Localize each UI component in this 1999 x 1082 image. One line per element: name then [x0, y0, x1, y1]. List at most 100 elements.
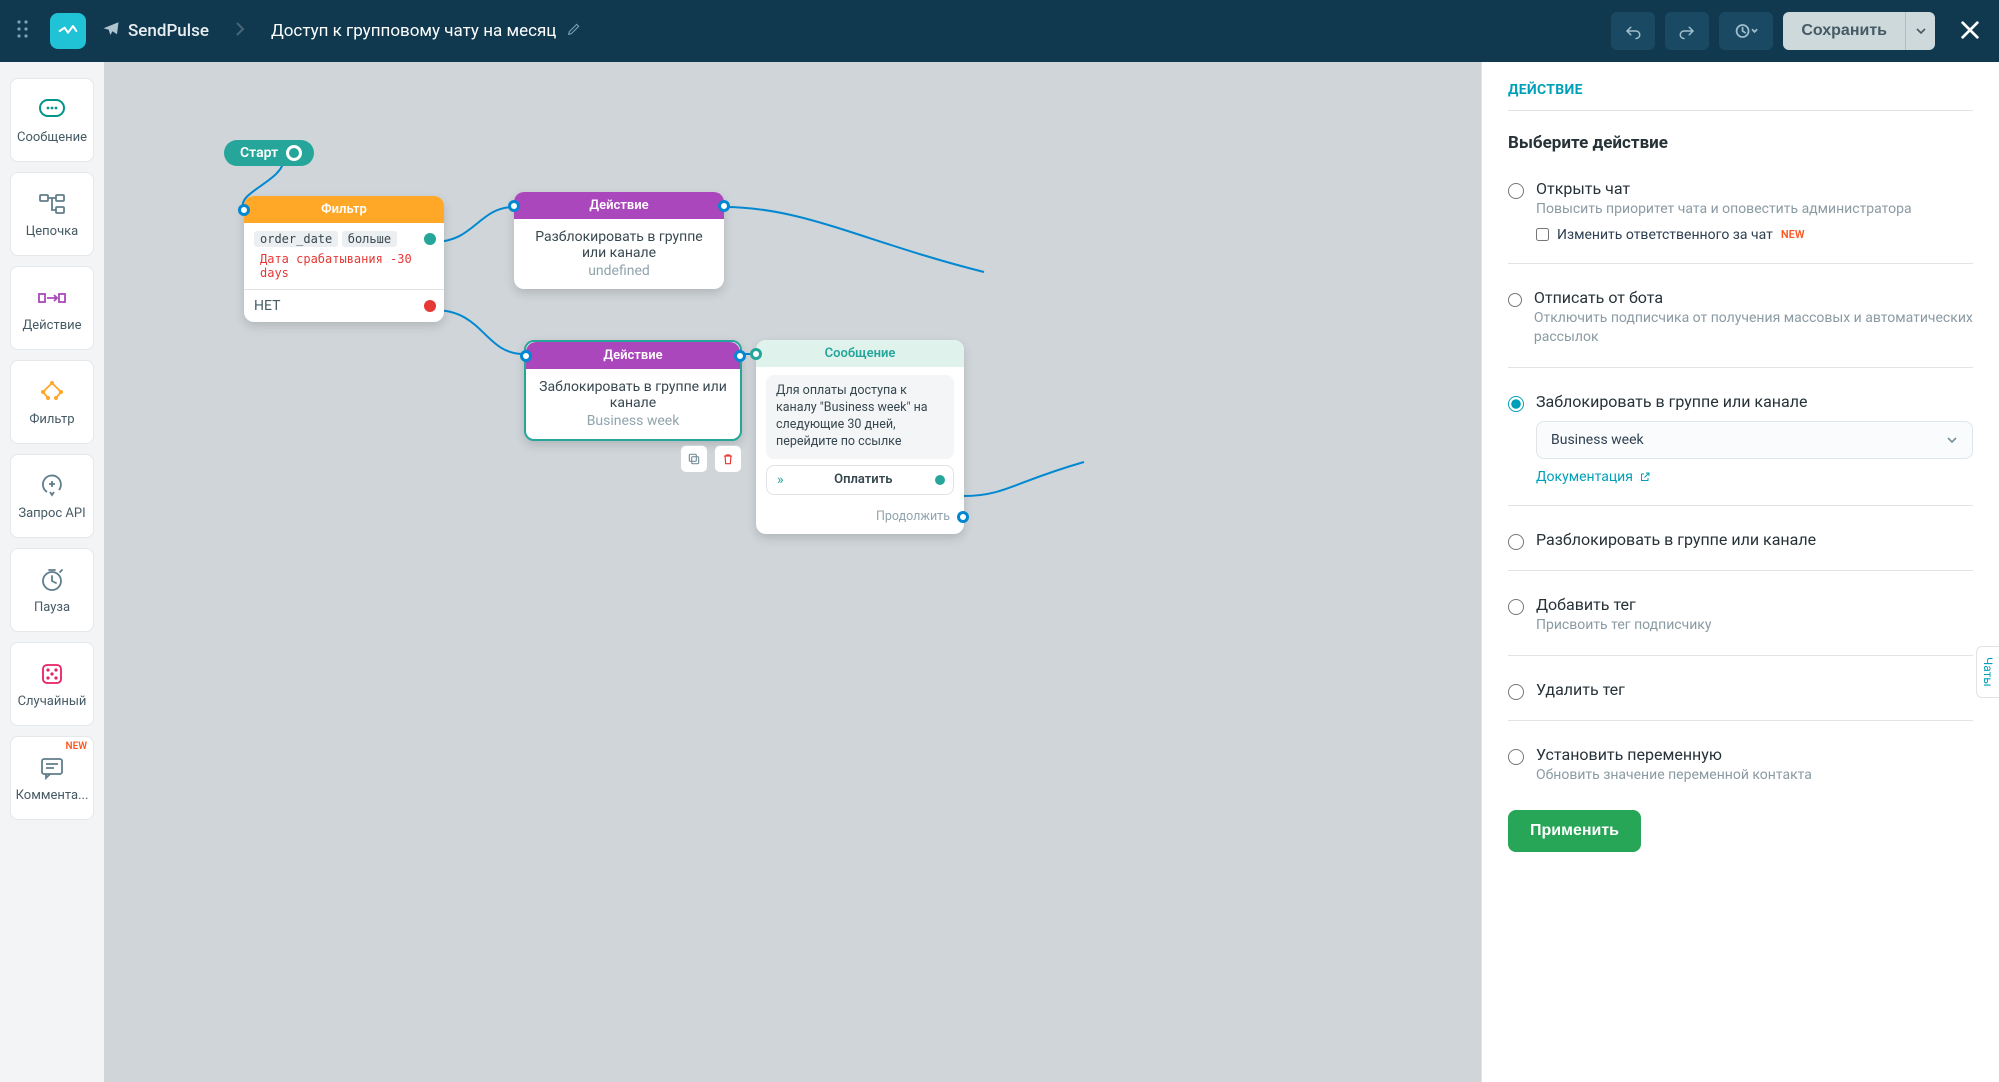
port-in: [520, 350, 532, 362]
tool-label: Фильтр: [29, 412, 74, 427]
save-dropdown[interactable]: [1905, 12, 1935, 50]
option-title: Заблокировать в группе или канале: [1536, 392, 1973, 411]
action-sub: undefined: [526, 263, 712, 279]
option-add-tag[interactable]: Добавить тег Присвоить тег подписчику: [1508, 587, 1973, 639]
filter-var: order_date: [254, 231, 338, 247]
radio-set-variable[interactable]: [1508, 749, 1524, 765]
option-unsubscribe[interactable]: Отписать от бота Отключить подписчика от…: [1508, 280, 1973, 351]
port-out-continue: [957, 511, 969, 523]
tool-message[interactable]: Сообщение: [10, 78, 94, 162]
properties-panel: ДЕЙСТВИЕ Выберите действие Открыть чат П…: [1481, 62, 1999, 1082]
flow-title: Доступ к групповому чату на месяц: [271, 21, 556, 41]
redo-button[interactable]: [1665, 12, 1709, 50]
action-text: Разблокировать в группе или канале: [526, 229, 712, 261]
telegram-icon: [102, 20, 120, 42]
tool-label: Пауза: [34, 600, 70, 615]
tool-label: Сообщение: [17, 130, 87, 145]
option-title: Установить переменную: [1536, 745, 1812, 764]
flow-canvas[interactable]: Старт Фильтр order_date больше Дата сраб…: [104, 62, 1481, 1082]
edit-icon[interactable]: [566, 21, 582, 42]
option-block[interactable]: Заблокировать в группе или канале Busine…: [1508, 384, 1973, 489]
option-title: Добавить тег: [1536, 595, 1712, 614]
logo-icon: [50, 13, 86, 49]
start-port: [286, 145, 302, 161]
action-node-block[interactable]: Действие Заблокировать в группе или кана…: [524, 340, 742, 441]
tool-label: Действие: [22, 318, 81, 333]
checkbox-change-responsible[interactable]: [1536, 228, 1549, 241]
panel-heading: ДЕЙСТВИЕ: [1508, 82, 1973, 111]
message-title: Сообщение: [825, 346, 896, 361]
option-set-variable[interactable]: Установить переменную Обновить значение …: [1508, 737, 1973, 789]
filter-op: больше: [342, 231, 397, 247]
radio-unsubscribe[interactable]: [1508, 292, 1522, 308]
filter-icon: [35, 378, 69, 406]
element-palette: Сообщение Цепочка Действие Фильтр: [0, 62, 104, 1082]
apply-button[interactable]: Применить: [1508, 810, 1641, 852]
group-select[interactable]: Business week: [1536, 421, 1973, 459]
continue-label: Продолжить: [876, 509, 950, 524]
filter-node[interactable]: Фильтр order_date больше Дата срабатыван…: [244, 196, 444, 322]
port-in: [238, 204, 250, 216]
tool-api[interactable]: Запрос API: [10, 454, 94, 538]
option-delete-tag[interactable]: Удалить тег: [1508, 672, 1973, 704]
new-badge: NEW: [1781, 228, 1805, 241]
action-icon: [35, 284, 69, 312]
select-value: Business week: [1551, 432, 1644, 448]
brand-name: SendPulse: [128, 21, 209, 41]
option-title: Отписать от бота: [1534, 288, 1973, 307]
action-sub: Business week: [538, 413, 728, 429]
start-node[interactable]: Старт: [224, 140, 314, 166]
tool-action[interactable]: Действие: [10, 266, 94, 350]
documentation-link[interactable]: Документация: [1536, 469, 1651, 485]
tool-random[interactable]: Случайный: [10, 642, 94, 726]
brand-link[interactable]: SendPulse: [102, 20, 209, 42]
comment-icon: [35, 754, 69, 782]
menu-icon[interactable]: [16, 18, 38, 44]
random-icon: [35, 660, 69, 688]
action-title: Действие: [603, 348, 662, 363]
option-title: Удалить тег: [1536, 680, 1625, 699]
copy-node-button[interactable]: [680, 445, 708, 473]
chevron-down-icon: [1946, 432, 1958, 448]
port-in: [750, 348, 762, 360]
option-desc: Отключить подписчика от получения массов…: [1534, 309, 1973, 347]
close-icon[interactable]: [1959, 19, 1983, 43]
radio-unblock[interactable]: [1508, 534, 1524, 550]
option-unblock[interactable]: Разблокировать в группе или канале: [1508, 522, 1973, 554]
tool-label: Случайный: [18, 694, 87, 709]
tool-flow[interactable]: Цепочка: [10, 172, 94, 256]
action-node-unblock[interactable]: Действие Разблокировать в группе или кан…: [514, 192, 724, 289]
option-title: Открыть чат: [1536, 179, 1912, 198]
port-out-button: [935, 475, 945, 485]
chats-tab[interactable]: Чаты: [1976, 646, 1999, 698]
flow-icon: [35, 190, 69, 218]
pause-icon: [35, 566, 69, 594]
tool-comment[interactable]: NEW Коммента...: [10, 736, 94, 820]
option-desc: Повысить приоритет чата и оповестить адм…: [1536, 200, 1912, 219]
filter-expr: Дата срабатывания -30 days: [254, 251, 434, 281]
option-title: Разблокировать в группе или канале: [1536, 530, 1816, 549]
filter-title: Фильтр: [321, 202, 367, 217]
port-out-no: [424, 300, 436, 312]
tool-filter[interactable]: Фильтр: [10, 360, 94, 444]
message-node[interactable]: Сообщение Для оплаты доступа к каналу "B…: [756, 340, 964, 534]
port-out: [734, 350, 746, 362]
option-desc: Обновить значение переменной контакта: [1536, 766, 1812, 785]
option-open-chat[interactable]: Открыть чат Повысить приоритет чата и оп…: [1508, 171, 1973, 247]
port-out: [718, 200, 730, 212]
radio-add-tag[interactable]: [1508, 599, 1524, 615]
radio-delete-tag[interactable]: [1508, 684, 1524, 700]
new-badge: NEW: [66, 741, 88, 752]
radio-block[interactable]: [1508, 396, 1524, 412]
history-button[interactable]: [1719, 12, 1773, 50]
delete-node-button[interactable]: [714, 445, 742, 473]
save-button[interactable]: Сохранить: [1783, 12, 1905, 50]
subopt-label: Изменить ответственного за чат: [1557, 227, 1773, 243]
tool-pause[interactable]: Пауза: [10, 548, 94, 632]
filter-no-label: НЕТ: [254, 298, 280, 314]
port-in: [508, 200, 520, 212]
message-button[interactable]: » Оплатить: [766, 465, 954, 495]
undo-button[interactable]: [1611, 12, 1655, 50]
radio-open-chat[interactable]: [1508, 183, 1524, 199]
panel-subheading: Выберите действие: [1508, 133, 1973, 153]
